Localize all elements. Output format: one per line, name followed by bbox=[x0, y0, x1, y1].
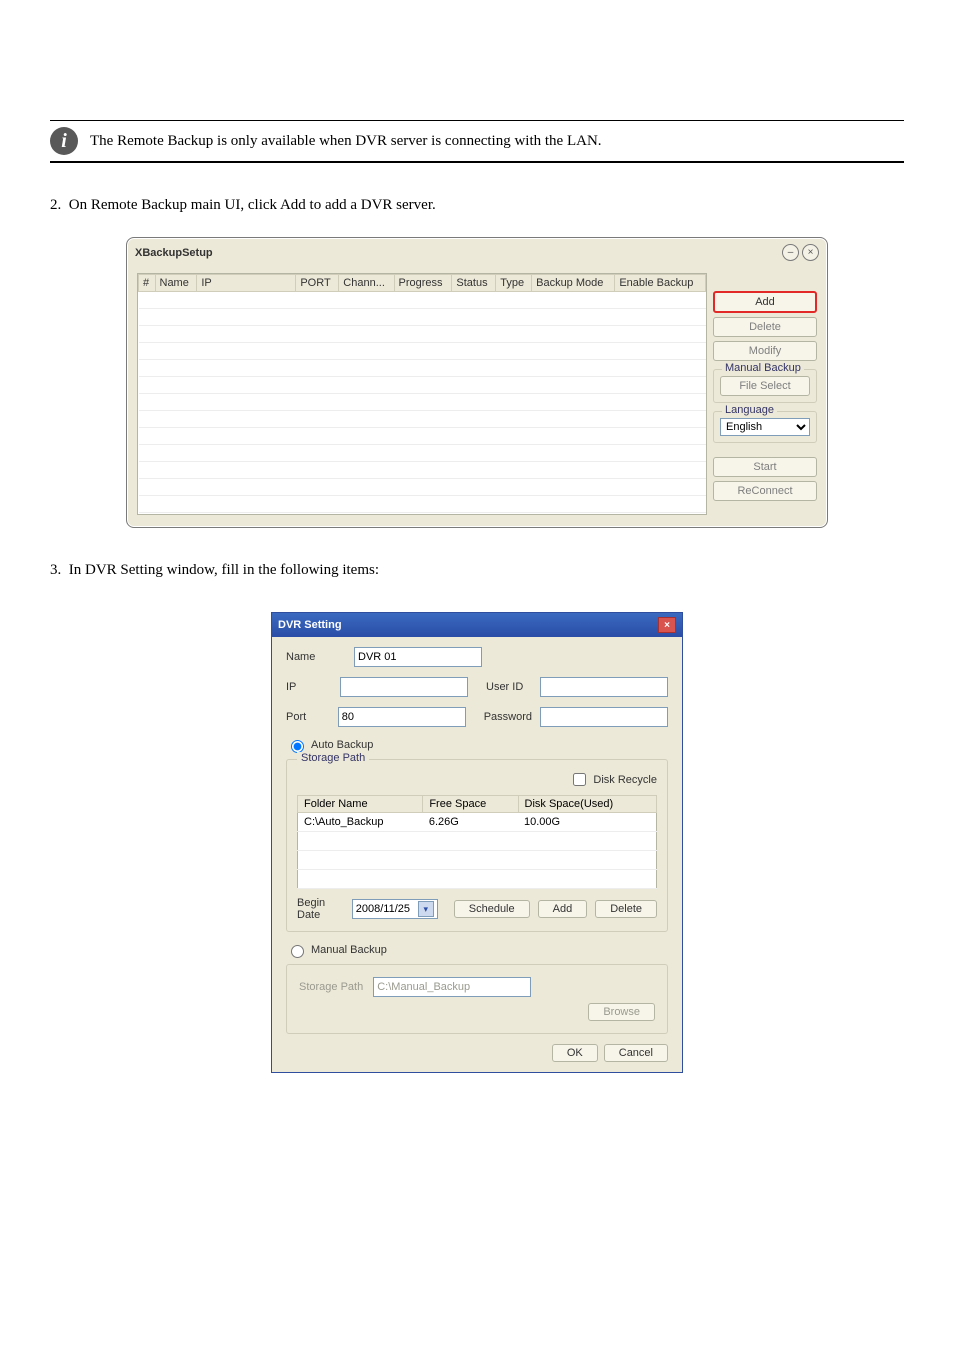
col-ip[interactable]: IP bbox=[197, 275, 296, 292]
manual-backup-radio[interactable] bbox=[291, 945, 304, 958]
server-table: # Name IP PORT Chann... Progress Status … bbox=[137, 273, 707, 515]
language-select[interactable]: English bbox=[720, 418, 810, 436]
info-note: The Remote Backup is only available when… bbox=[90, 133, 904, 150]
password-field[interactable] bbox=[540, 707, 668, 727]
port-label: Port bbox=[286, 711, 330, 723]
col-status[interactable]: Status bbox=[452, 275, 496, 292]
dvr-title: DVR Setting bbox=[278, 619, 342, 631]
col-type[interactable]: Type bbox=[496, 275, 532, 292]
name-label: Name bbox=[286, 651, 346, 663]
modify-button[interactable]: Modify bbox=[713, 341, 817, 361]
ip-label: IP bbox=[286, 681, 332, 693]
manual-backup-label: Manual Backup bbox=[722, 362, 804, 374]
col-used[interactable]: Disk Space(Used) bbox=[518, 796, 656, 813]
info-icon: i bbox=[50, 127, 78, 155]
storage-path-group: Storage Path Disk Recycle Folder Name Fr… bbox=[286, 759, 668, 932]
manual-storage-label: Storage Path bbox=[299, 981, 363, 993]
manual-backup-label: Manual Backup bbox=[311, 944, 387, 956]
col-num[interactable]: # bbox=[139, 275, 156, 292]
schedule-button[interactable]: Schedule bbox=[454, 900, 530, 918]
folder-cell: C:\Auto_Backup bbox=[298, 813, 423, 832]
xbackup-window: XBackupSetup – × # Name IP PORT Chann...… bbox=[126, 237, 828, 528]
browse-button: Browse bbox=[588, 1003, 655, 1021]
port-field[interactable] bbox=[338, 707, 466, 727]
chevron-down-icon: ▾ bbox=[418, 901, 434, 917]
dialog-close-icon[interactable]: × bbox=[658, 617, 676, 633]
reconnect-button[interactable]: ReConnect bbox=[713, 481, 817, 501]
step-2: 2. On Remote Backup main UI, click Add t… bbox=[50, 193, 904, 217]
start-button[interactable]: Start bbox=[713, 457, 817, 477]
free-cell: 6.26G bbox=[423, 813, 518, 832]
used-cell: 10.00G bbox=[518, 813, 656, 832]
delete-button[interactable]: Delete bbox=[713, 317, 817, 337]
cancel-button[interactable]: Cancel bbox=[604, 1044, 668, 1062]
password-label: Password bbox=[484, 711, 532, 723]
minimize-icon[interactable]: – bbox=[782, 244, 799, 261]
close-icon[interactable]: × bbox=[802, 244, 819, 261]
begin-date-value: 2008/11/25 bbox=[356, 903, 410, 915]
col-free[interactable]: Free Space bbox=[423, 796, 518, 813]
folder-table: Folder Name Free Space Disk Space(Used) … bbox=[297, 795, 657, 889]
name-field[interactable] bbox=[354, 647, 482, 667]
disk-recycle-checkbox[interactable] bbox=[573, 773, 586, 786]
col-channel[interactable]: Chann... bbox=[339, 275, 394, 292]
table-row[interactable]: C:\Auto_Backup 6.26G 10.00G bbox=[298, 813, 657, 832]
ip-field[interactable] bbox=[340, 677, 468, 697]
manual-path-field bbox=[373, 977, 531, 997]
dvr-setting-dialog: DVR Setting × Name IP User ID Port Passw… bbox=[271, 612, 683, 1073]
folder-delete-button[interactable]: Delete bbox=[595, 900, 657, 918]
window-title: XBackupSetup bbox=[135, 247, 213, 259]
begin-date-select[interactable]: 2008/11/25 ▾ bbox=[352, 899, 438, 919]
col-folder[interactable]: Folder Name bbox=[298, 796, 423, 813]
col-enable-backup[interactable]: Enable Backup bbox=[615, 275, 706, 292]
begin-date-label: Begin Date bbox=[297, 897, 344, 921]
disk-recycle-label: Disk Recycle bbox=[593, 774, 657, 786]
add-button[interactable]: Add bbox=[713, 291, 817, 313]
storage-path-label: Storage Path bbox=[297, 752, 369, 764]
auto-backup-label: Auto Backup bbox=[311, 739, 373, 751]
userid-label: User ID bbox=[486, 681, 532, 693]
language-label: Language bbox=[722, 404, 777, 416]
userid-field[interactable] bbox=[540, 677, 668, 697]
col-progress[interactable]: Progress bbox=[394, 275, 452, 292]
ok-button[interactable]: OK bbox=[552, 1044, 598, 1062]
file-select-button[interactable]: File Select bbox=[720, 376, 810, 396]
col-backup-mode[interactable]: Backup Mode bbox=[532, 275, 615, 292]
manual-backup-group: Manual Backup File Select bbox=[713, 369, 817, 403]
col-name[interactable]: Name bbox=[155, 275, 197, 292]
step-3: 3. In DVR Setting window, fill in the fo… bbox=[50, 558, 904, 582]
folder-add-button[interactable]: Add bbox=[538, 900, 588, 918]
col-port[interactable]: PORT bbox=[296, 275, 339, 292]
manual-backup-box: Storage Path Browse bbox=[286, 964, 668, 1034]
language-group: Language English bbox=[713, 411, 817, 443]
